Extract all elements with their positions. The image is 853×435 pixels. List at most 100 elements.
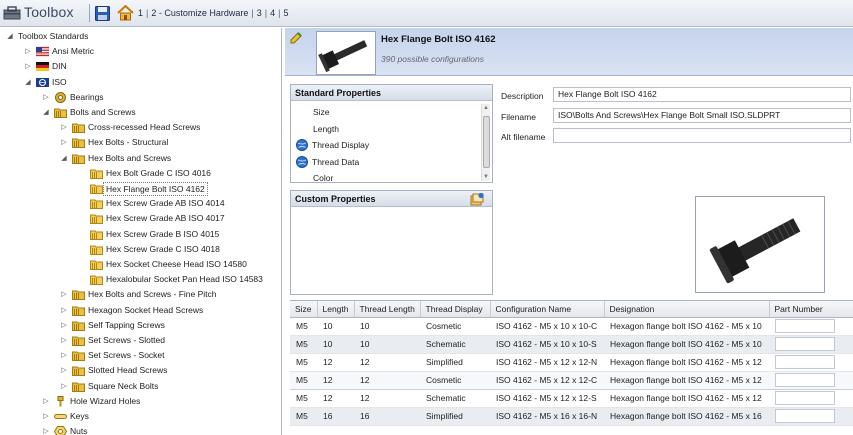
expand-arrow-icon[interactable]: ▷ (24, 44, 32, 59)
table-cell: Simplified (420, 353, 490, 372)
collapse-arrow-icon[interactable]: ◢ (6, 29, 14, 44)
column-header[interactable]: Length (317, 301, 355, 318)
toolbox-tree[interactable]: ◢ Toolbox Standards ▷ Ansi Metric ▷ DIN ◢ ISO ▷ B… (0, 28, 282, 435)
table-row[interactable]: M5 16 16 Simplified ISO 4162 - M5 x 16 x 16-… (290, 407, 853, 426)
expand-arrow-icon[interactable]: ▷ (60, 303, 68, 318)
tree-item[interactable]: Hex Screw Grade C ISO 4018 (0, 242, 280, 257)
table-row[interactable]: M5 10 10 Schematic ISO 4162 - M5 x 10 x 10-S… (290, 335, 853, 354)
scroll-up-icon[interactable]: ▲ (483, 105, 489, 111)
expand-arrow-icon[interactable]: ▷ (60, 120, 68, 135)
tree-item[interactable]: ▷ Hex Bolts - Structural (0, 135, 280, 150)
tree-item[interactable]: ▷ Self Tapping Screws (0, 318, 280, 333)
tree-item[interactable]: Hex Flange Bolt ISO 4162 (0, 181, 280, 196)
tree-item-label: Hexagon Socket Head Screws (88, 304, 204, 315)
part-number-input[interactable] (775, 337, 835, 351)
tree-item[interactable]: ▷ Square Neck Bolts (0, 379, 280, 394)
edit-icon[interactable] (289, 31, 303, 45)
column-header[interactable]: Part Number (769, 301, 853, 318)
tree-item[interactable]: ◢ Hex Bolts and Screws (0, 151, 280, 166)
description-field[interactable]: Hex Flange Bolt ISO 4162 (553, 87, 851, 102)
breadcrumb-step-1[interactable]: 1 (137, 8, 144, 18)
bolt-image (318, 40, 368, 73)
column-header[interactable]: Thread Display (420, 301, 491, 318)
table-cell: Hexagon flange bolt ISO 4162 - M5 x 10 (604, 335, 769, 354)
expand-arrow-icon[interactable]: ▷ (60, 135, 68, 150)
tree-item-label: Bearings (70, 91, 104, 102)
property-item[interactable]: Length (313, 122, 339, 136)
property-item[interactable]: Thread Data (312, 155, 359, 169)
tree-item[interactable]: ▷ Ansi Metric (0, 44, 280, 59)
scroll-thumb[interactable] (483, 116, 490, 168)
part-number-input[interactable] (775, 373, 835, 387)
tree-item[interactable]: ◢ ISO (0, 75, 280, 90)
part-number-input[interactable] (775, 391, 835, 405)
expand-arrow-icon[interactable]: ▷ (60, 348, 68, 363)
breadcrumb-step-3[interactable]: 3 (256, 8, 263, 18)
column-header[interactable]: Size (290, 301, 318, 318)
scroll-down-icon[interactable]: ▼ (483, 174, 489, 180)
table-cell: 12 (317, 353, 354, 372)
table-cell: Hexagon flange bolt ISO 4162 - M5 x 10 (604, 317, 769, 336)
alt-filename-field[interactable] (553, 128, 851, 143)
tree-item[interactable]: ▷ Hex Bolts and Screws - Fine Pitch (0, 287, 280, 302)
column-header[interactable]: Thread Length (354, 301, 421, 318)
tree-item[interactable]: ▷ Set Screws - Socket (0, 348, 280, 363)
tree-item[interactable]: ▷ Cross-recessed Head Screws (0, 120, 280, 135)
breadcrumb-step-2[interactable]: 2 - Customize Hardware (150, 8, 249, 18)
table-row[interactable]: M5 12 12 Cosmetic ISO 4162 - M5 x 12 x 12-C H… (290, 370, 853, 390)
expand-arrow-icon[interactable]: ▷ (24, 59, 32, 74)
table-row[interactable]: M5 12 12 Simplified ISO 4162 - M5 x 12 x 12-… (290, 353, 853, 372)
tree-item[interactable]: ▷ Hexagon Socket Head Screws (0, 303, 280, 318)
table-cell: Hexagon flange bolt ISO 4162 - M5 x 12 (604, 370, 769, 390)
expand-arrow-icon[interactable]: ▷ (60, 363, 68, 378)
collapse-arrow-icon[interactable]: ◢ (24, 75, 32, 90)
tree-item[interactable]: Hex Screw Grade AB ISO 4017 (0, 211, 280, 226)
tree-item-label: Hex Bolt Grade C ISO 4016 (106, 167, 211, 178)
tree-item[interactable]: ◢ Bolts and Screws (0, 105, 280, 120)
part-number-input[interactable] (775, 355, 835, 369)
column-header[interactable]: Configuration Name (490, 301, 605, 318)
tree-item[interactable]: ▷ Bearings (0, 90, 280, 105)
tree-item[interactable]: Hex Bolt Grade C ISO 4016 (0, 166, 280, 181)
tree-item[interactable]: ◢ Toolbox Standards (0, 29, 280, 44)
tree-item[interactable]: ▷ Set Screws - Slotted (0, 333, 280, 348)
breadcrumb-step-5[interactable]: 5 (282, 8, 289, 18)
table-cell: M5 (290, 317, 317, 336)
tree-item-label: Hex Screw Grade AB ISO 4014 (106, 198, 225, 209)
tree-item[interactable]: Hex Socket Cheese Head ISO 14580 (0, 257, 280, 272)
home-icon[interactable] (117, 5, 134, 21)
tree-item[interactable]: Hexalobular Socket Pan Head ISO 14583 (0, 272, 280, 287)
tree-item[interactable]: ▷ Hole Wizard Holes (0, 394, 280, 409)
part-number-input[interactable] (775, 319, 835, 333)
expand-arrow-icon[interactable]: ▷ (42, 90, 50, 105)
table-row[interactable]: M5 10 10 Cosmetic ISO 4162 - M5 x 10 x 10-C H… (290, 317, 853, 336)
tree-item[interactable]: Hex Screw Grade AB ISO 4014 (0, 196, 280, 211)
table-row[interactable]: M5 12 12 Schematic ISO 4162 - M5 x 12 x 12-S… (290, 389, 853, 408)
add-property-icon[interactable] (470, 192, 484, 206)
property-item[interactable]: Color (313, 171, 333, 185)
tree-item[interactable]: ▷ DIN (0, 59, 280, 74)
collapse-arrow-icon[interactable]: ◢ (60, 151, 68, 166)
save-icon[interactable] (95, 6, 110, 21)
part-number-input[interactable] (775, 409, 835, 423)
expand-arrow-icon[interactable]: ▷ (42, 424, 50, 435)
tree-item[interactable]: ▷ Nuts (0, 424, 280, 435)
expand-arrow-icon[interactable]: ▷ (42, 409, 50, 424)
tree-item[interactable]: ▷ Slotted Head Screws (0, 363, 280, 378)
filename-field[interactable]: ISO\Bolts And Screws\Hex Flange Bolt Sma… (553, 108, 851, 123)
expand-arrow-icon[interactable]: ▷ (60, 287, 68, 302)
tree-item[interactable]: Hex Screw Grade B ISO 4015 (0, 227, 280, 242)
standard-properties-heading: Standard Properties (291, 85, 492, 101)
expand-arrow-icon[interactable]: ▷ (42, 394, 50, 409)
collapse-arrow-icon[interactable]: ◢ (42, 105, 50, 120)
column-header[interactable]: Designation (604, 301, 770, 318)
breadcrumb-divider: | (251, 8, 254, 18)
property-item[interactable]: Size (313, 105, 330, 119)
standard-properties-panel: Standard Properties Size Length Thread Dis… (290, 84, 493, 183)
expand-arrow-icon[interactable]: ▷ (60, 379, 68, 394)
expand-arrow-icon[interactable]: ▷ (60, 318, 68, 333)
tree-item[interactable]: ▷ Keys (0, 409, 280, 424)
property-item[interactable]: Thread Display (312, 138, 369, 152)
expand-arrow-icon[interactable]: ▷ (60, 333, 68, 348)
standard-properties-scrollbar[interactable]: ▲ ▼ (481, 104, 490, 181)
